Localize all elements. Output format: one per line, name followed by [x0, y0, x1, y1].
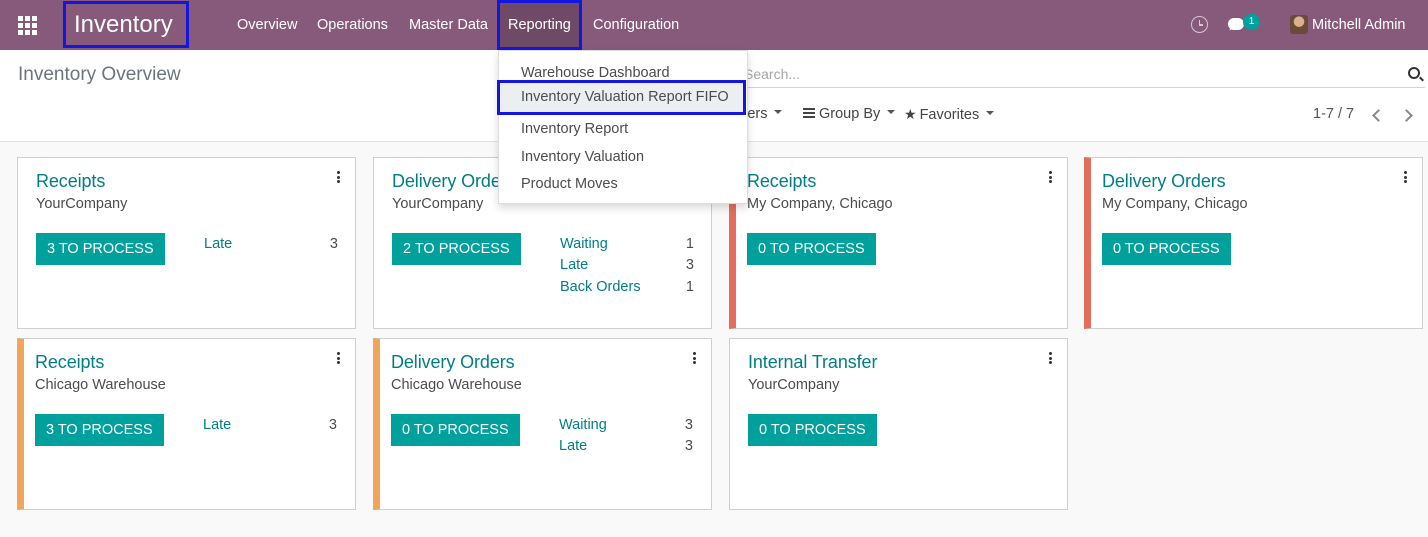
card-subtitle: My Company, Chicago — [1102, 196, 1248, 212]
chevron-left-icon[interactable] — [1369, 108, 1383, 122]
card-subtitle: Chicago Warehouse — [391, 377, 522, 393]
kanban-card: Delivery Orders Chicago Warehouse 0 TO P… — [373, 338, 712, 510]
kebab-menu-icon[interactable] — [335, 352, 341, 366]
stat-row[interactable]: Late 3 — [560, 257, 694, 277]
stat-label[interactable]: Late — [559, 438, 587, 454]
stat-row[interactable]: Late 3 — [559, 438, 693, 458]
favorites-label: Favorites — [919, 107, 980, 123]
to-process-button[interactable]: 0 TO PROCESS — [747, 233, 876, 265]
stat-label[interactable]: Late — [204, 236, 232, 252]
caret-down-icon — [774, 110, 783, 115]
stat-count: 1 — [685, 279, 694, 295]
card-subtitle: YourCompany — [392, 196, 484, 212]
clock-icon[interactable] — [1191, 16, 1208, 33]
kebab-menu-icon[interactable] — [1402, 171, 1408, 185]
card-title[interactable]: Delivery Orders — [1102, 171, 1226, 192]
card-title[interactable]: Receipts — [747, 171, 816, 192]
kanban-card: Receipts YourCompany 3 TO PROCESS Late 3 — [17, 157, 356, 329]
reporting-dropdown-menu: Warehouse Dashboard Inventory Valuation … — [497, 50, 748, 204]
card-title[interactable]: Receipts — [35, 352, 104, 373]
card-subtitle: YourCompany — [36, 196, 128, 212]
menu-overview[interactable]: Overview — [237, 0, 297, 50]
chat-count-badge: 1 — [1243, 14, 1260, 30]
stat-label[interactable]: Back Orders — [560, 279, 641, 295]
menu-item-inventory-valuation-report-fifo[interactable]: Inventory Valuation Report FIFO — [497, 80, 746, 115]
to-process-button[interactable]: 0 TO PROCESS — [391, 414, 520, 446]
menu-item-warehouse-dashboard[interactable]: Warehouse Dashboard — [521, 65, 670, 81]
bars-icon — [803, 108, 815, 119]
card-subtitle: YourCompany — [748, 377, 840, 393]
stat-count: 1 — [685, 236, 694, 252]
kebab-menu-icon[interactable] — [335, 171, 341, 185]
group-by-dropdown[interactable]: Group By — [803, 106, 896, 122]
search-input[interactable] — [740, 62, 1380, 86]
caret-down-icon — [986, 111, 995, 116]
to-process-button[interactable]: 0 TO PROCESS — [1102, 233, 1231, 265]
chevron-right-icon[interactable] — [1401, 108, 1415, 122]
menu-item-product-moves[interactable]: Product Moves — [521, 176, 618, 192]
stat-count: 3 — [328, 417, 337, 433]
card-title[interactable]: Delivery Orders — [392, 171, 516, 192]
to-process-button[interactable]: 3 TO PROCESS — [35, 414, 164, 446]
card-title[interactable]: Delivery Orders — [391, 352, 515, 373]
pager-value[interactable]: 1-7 / 7 — [1313, 106, 1354, 122]
stat-count: 3 — [685, 257, 694, 273]
stat-count: 3 — [329, 236, 338, 252]
to-process-button[interactable]: 3 TO PROCESS — [36, 233, 165, 265]
kanban-card: Receipts My Company, Chicago 0 TO PROCES… — [729, 157, 1068, 329]
card-subtitle: My Company, Chicago — [747, 196, 893, 212]
chat-icon[interactable] — [1228, 18, 1244, 30]
app-title[interactable]: Inventory — [63, 1, 189, 48]
card-title[interactable]: Internal Transfer — [748, 352, 877, 373]
page-title: Inventory Overview — [18, 64, 181, 85]
favorites-dropdown[interactable]: ★ Favorites — [904, 106, 995, 123]
menu-operations[interactable]: Operations — [317, 0, 388, 50]
menu-reporting[interactable]: Reporting — [497, 0, 582, 50]
card-title[interactable]: Receipts — [36, 171, 105, 192]
stat-label[interactable]: Late — [560, 257, 588, 273]
stat-row[interactable]: Waiting 1 — [560, 236, 694, 256]
group-by-label: Group By — [819, 106, 881, 122]
stat-label[interactable]: Waiting — [560, 236, 608, 252]
avatar[interactable] — [1290, 15, 1308, 34]
kanban-card: Receipts Chicago Warehouse 3 TO PROCESS … — [17, 338, 356, 510]
menu-item-inventory-report[interactable]: Inventory Report — [521, 121, 628, 137]
star-icon: ★ — [904, 106, 917, 122]
kebab-menu-icon[interactable] — [1047, 171, 1053, 185]
kanban-card: Internal Transfer YourCompany 0 TO PROCE… — [729, 338, 1068, 510]
stat-row[interactable]: Waiting 3 — [559, 417, 693, 437]
menu-configuration[interactable]: Configuration — [593, 0, 679, 50]
search-icon[interactable] — [1408, 67, 1420, 79]
stat-row[interactable]: Back Orders 1 — [560, 279, 694, 299]
apps-grid-icon[interactable] — [14, 12, 40, 38]
stat-count: 3 — [684, 417, 693, 433]
kebab-menu-icon[interactable] — [691, 352, 697, 366]
search-box — [740, 62, 1425, 88]
caret-down-icon — [887, 110, 896, 115]
kebab-menu-icon[interactable] — [1047, 352, 1053, 366]
stat-row[interactable]: Late 3 — [204, 236, 338, 256]
stat-label[interactable]: Late — [203, 417, 231, 433]
stat-row[interactable]: Late 3 — [203, 417, 337, 437]
top-navbar: Inventory Overview Operations Master Dat… — [0, 0, 1428, 50]
menu-master-data[interactable]: Master Data — [409, 0, 488, 50]
user-menu[interactable]: Mitchell Admin — [1312, 0, 1405, 51]
to-process-button[interactable]: 0 TO PROCESS — [748, 414, 877, 446]
stat-label[interactable]: Waiting — [559, 417, 607, 433]
stat-count: 3 — [684, 438, 693, 454]
to-process-button[interactable]: 2 TO PROCESS — [392, 233, 521, 265]
kanban-card: Delivery Orders My Company, Chicago 0 TO… — [1084, 157, 1423, 329]
menu-item-inventory-valuation[interactable]: Inventory Valuation — [521, 149, 644, 165]
card-subtitle: Chicago Warehouse — [35, 377, 166, 393]
